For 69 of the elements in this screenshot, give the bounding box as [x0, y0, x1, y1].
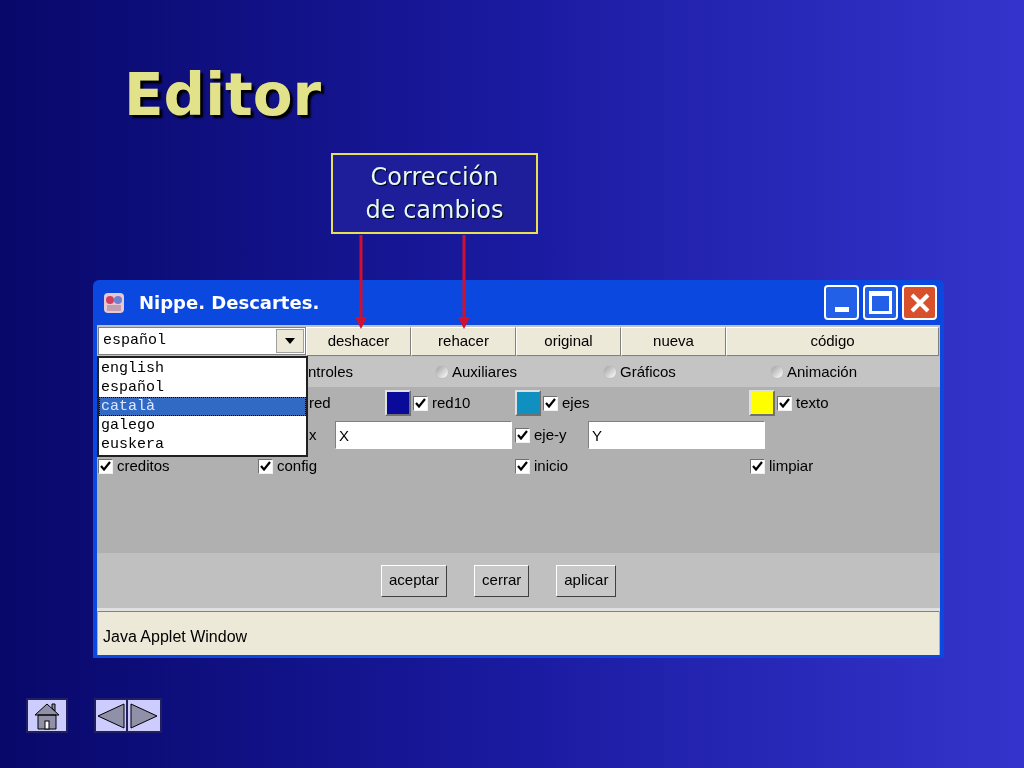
checkbox[interactable]: [413, 395, 428, 411]
checkbox-option[interactable]: inicio: [515, 454, 569, 478]
radio-option[interactable]: Gráficos: [603, 360, 676, 384]
maximize-button[interactable]: [863, 285, 898, 320]
slide-title: Editor: [124, 60, 322, 131]
check-icon: [517, 461, 528, 471]
maximize-icon: [869, 291, 892, 314]
minimize-button[interactable]: [824, 285, 859, 320]
check-icon: [100, 461, 111, 471]
check-icon: [545, 398, 556, 408]
language-option[interactable]: english: [99, 359, 306, 378]
language-option[interactable]: galego: [99, 416, 306, 435]
checkbox-option[interactable]: ejes: [543, 391, 590, 415]
window-title: Nippe. Descartes.: [139, 291, 320, 315]
color-swatch[interactable]: [749, 390, 775, 416]
dialog-button[interactable]: aceptar: [381, 564, 448, 597]
check-icon: [260, 461, 271, 471]
toolbar-button[interactable]: deshacer: [306, 326, 411, 356]
combo-value: español: [102, 330, 166, 351]
left-triangle-icon: [97, 702, 125, 729]
language-option[interactable]: euskera: [99, 435, 306, 454]
checkbox[interactable]: [515, 427, 530, 443]
checkbox[interactable]: [543, 395, 558, 411]
option-label: ntroles: [308, 361, 354, 382]
callout-text: Corrección: [370, 161, 499, 193]
checkbox-option[interactable]: config: [258, 454, 318, 478]
dialog-button[interactable]: aplicar: [556, 564, 617, 597]
close-button[interactable]: [902, 285, 937, 320]
close-icon: [908, 291, 931, 314]
callout-text: de cambios: [365, 194, 504, 226]
caret-icon: [285, 338, 295, 344]
checkbox-option[interactable]: red10: [413, 391, 471, 415]
home-icon: [33, 701, 61, 730]
checkbox-option[interactable]: texto: [777, 391, 829, 415]
checkbox[interactable]: [515, 458, 530, 474]
checkbox[interactable]: [777, 395, 792, 411]
option-label: red: [309, 392, 331, 413]
toolbar-button[interactable]: código: [726, 326, 939, 356]
text-field[interactable]: X: [335, 421, 512, 449]
toolbar-button[interactable]: rehacer: [411, 326, 516, 356]
color-swatch[interactable]: [385, 390, 411, 416]
option-label: x: [309, 424, 317, 445]
language-option[interactable]: català: [99, 397, 306, 416]
text-field[interactable]: Y: [588, 421, 765, 449]
checkbox[interactable]: [258, 458, 273, 474]
radio-option[interactable]: Auxiliares: [435, 360, 518, 384]
toolbar-button[interactable]: nueva: [621, 326, 726, 356]
language-option[interactable]: español: [99, 378, 306, 397]
check-icon: [415, 398, 426, 408]
checkbox[interactable]: [98, 458, 113, 474]
right-triangle-icon: [130, 702, 158, 729]
dialog-button[interactable]: cerrar: [474, 564, 530, 597]
home-button[interactable]: [26, 698, 68, 733]
checkbox[interactable]: [750, 458, 765, 474]
toolbar-button[interactable]: original: [516, 326, 621, 356]
check-icon: [779, 398, 790, 408]
status-text: Java Applet Window: [103, 627, 248, 647]
checkbox-option[interactable]: creditos: [98, 454, 170, 478]
previous-button[interactable]: [94, 698, 128, 733]
minimize-icon: [834, 307, 849, 312]
next-button[interactable]: [128, 698, 162, 733]
check-icon: [517, 430, 528, 440]
check-icon: [752, 461, 763, 471]
color-swatch[interactable]: [515, 390, 541, 416]
checkbox-option[interactable]: limpiar: [750, 454, 814, 478]
radio-option[interactable]: Animación: [770, 360, 858, 384]
dropdown-button[interactable]: [276, 329, 304, 353]
checkbox-option[interactable]: eje-y: [515, 423, 567, 447]
language-combo[interactable]: español: [98, 327, 306, 355]
